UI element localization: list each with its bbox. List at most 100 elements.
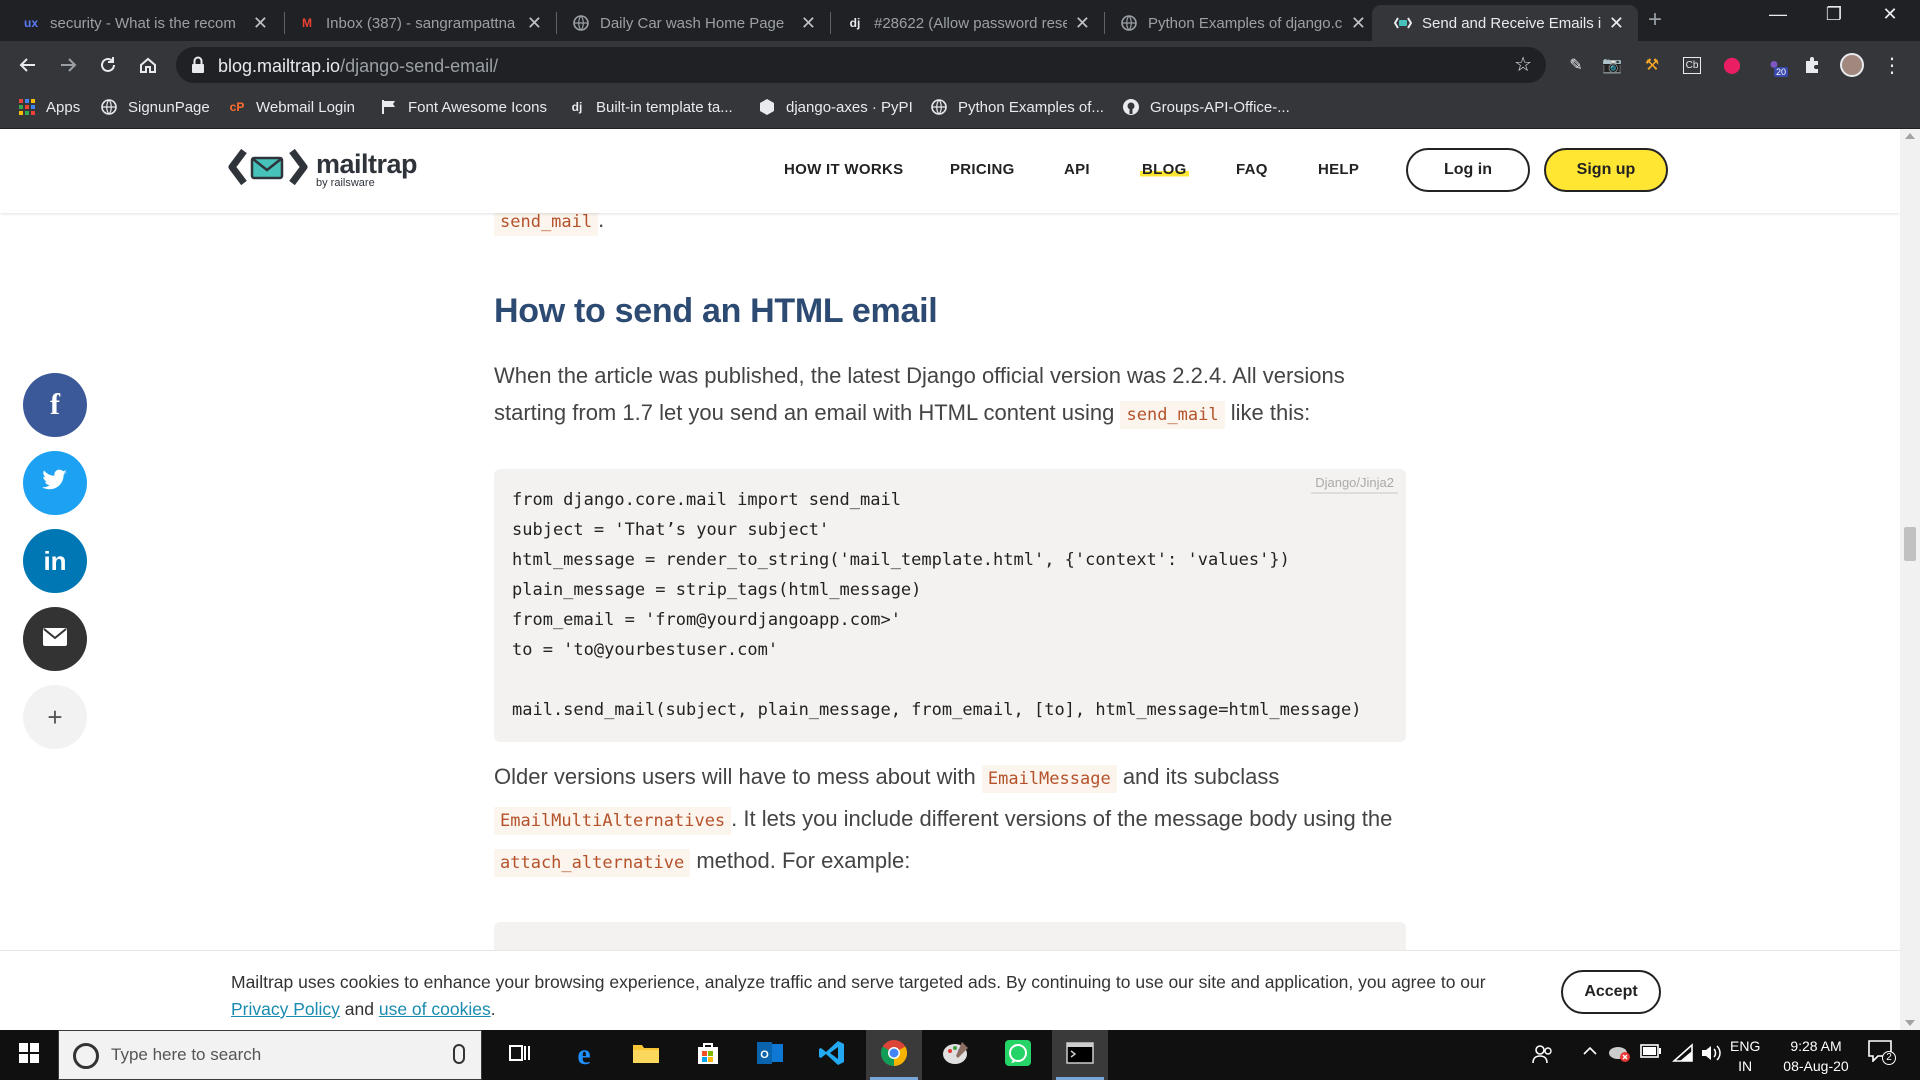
bookmark-webmail-login[interactable]: cP Webmail Login (228, 98, 355, 116)
taskbar-outlook[interactable]: O (742, 1030, 798, 1080)
signup-button[interactable]: Sign up (1544, 148, 1668, 192)
hammer-extension-icon[interactable]: ⚒ (1640, 53, 1664, 77)
code-lines[interactable]: from django.core.mail import send_mail su… (512, 485, 1362, 725)
close-tab-icon[interactable]: ✕ (801, 13, 816, 34)
back-icon[interactable] (14, 51, 42, 79)
nav-api[interactable]: API (1064, 161, 1090, 178)
system-clock[interactable]: 9:28 AM 08-Aug-20 (1768, 1036, 1864, 1076)
start-button[interactable] (0, 1030, 58, 1080)
cb-extension-icon[interactable]: Cb (1680, 53, 1704, 77)
tab-5-active[interactable]: Send and Receive Emails in D ✕ (1372, 5, 1638, 41)
nav-how-it-works[interactable]: HOW IT WORKS (784, 161, 903, 178)
action-center-button[interactable]: 2 (1868, 1040, 1896, 1068)
language-indicator[interactable]: ENG IN (1730, 1036, 1760, 1076)
store-bag-icon (695, 1040, 721, 1071)
notifier-extension-icon[interactable]: ● 20 (1762, 53, 1789, 77)
tab-4[interactable]: Python Examples of django.c ✕ (1098, 5, 1380, 41)
camera-extension-icon[interactable]: 📷 (1600, 53, 1624, 77)
tab-3[interactable]: dj #28622 (Allow password rese ✕ (824, 5, 1104, 41)
tab-title: Send and Receive Emails in D (1422, 14, 1601, 32)
privacy-policy-link[interactable]: Privacy Policy (231, 999, 340, 1019)
url-text[interactable]: blog.mailtrap.io/django-send-email/ (218, 56, 498, 77)
taskbar-file-explorer[interactable] (618, 1030, 674, 1080)
bookmark-python-examples[interactable]: Python Examples of... (930, 98, 1104, 116)
task-view-icon (509, 1043, 531, 1068)
restore-icon[interactable]: ❐ (1804, 4, 1864, 25)
tab-2[interactable]: Daily Car wash Home Page ✕ (550, 5, 830, 41)
paragraph-2: Older versions users will have to mess a… (494, 757, 1406, 883)
microphone-icon[interactable] (453, 1044, 465, 1064)
taskbar-edge[interactable]: e (556, 1030, 612, 1080)
page-scrollbar[interactable] (1900, 129, 1920, 1030)
nav-faq[interactable]: FAQ (1236, 161, 1268, 178)
minimize-icon[interactable]: — (1748, 4, 1808, 25)
address-bar[interactable]: blog.mailtrap.io/django-send-email/ ☆ (176, 47, 1546, 83)
bookmark-apps[interactable]: Apps (18, 98, 80, 116)
more-share-button[interactable]: + (23, 685, 87, 749)
volume-icon[interactable] (1700, 1043, 1722, 1068)
forward-icon[interactable] (54, 51, 82, 79)
terminal-icon (1066, 1041, 1094, 1069)
network-warning-icon[interactable] (1608, 1043, 1632, 1068)
new-tab-button[interactable]: + (1648, 6, 1662, 34)
close-tab-icon[interactable]: ✕ (253, 13, 268, 34)
scroll-down-arrow-icon[interactable] (1905, 1020, 1915, 1026)
nav-pricing[interactable]: PRICING (950, 161, 1015, 178)
taskbar-chrome[interactable] (866, 1030, 922, 1080)
linkedin-icon: in (43, 545, 67, 576)
battery-icon[interactable] (1640, 1043, 1662, 1063)
tab-0[interactable]: ux security - What is the recom ✕ (0, 5, 282, 41)
taskbar-whatsapp[interactable] (990, 1030, 1046, 1080)
close-tab-icon[interactable]: ✕ (1351, 13, 1366, 34)
bookmark-label: Webmail Login (256, 98, 355, 116)
wifi-icon[interactable] (1671, 1043, 1694, 1068)
login-button[interactable]: Log in (1406, 148, 1530, 192)
taskbar-vscode[interactable] (804, 1030, 860, 1080)
email-share-button[interactable] (23, 607, 87, 671)
accept-cookies-button[interactable]: Accept (1561, 970, 1661, 1014)
home-icon[interactable] (134, 51, 162, 79)
taskbar-search[interactable]: Type here to search (58, 1030, 482, 1080)
tray-overflow-chevron-icon[interactable] (1582, 1043, 1598, 1064)
bookmark-signunpage[interactable]: SignunPage (100, 98, 210, 116)
scrollbar-thumb[interactable] (1904, 527, 1916, 561)
mailtrap-logo[interactable]: mailtrap by railsware (228, 147, 418, 192)
chrome-icon (880, 1039, 908, 1072)
close-tab-icon[interactable]: ✕ (1075, 13, 1090, 34)
taskbar-store[interactable] (680, 1030, 736, 1080)
close-tab-icon[interactable]: ✕ (1609, 13, 1624, 34)
facebook-share-button[interactable]: f (23, 373, 87, 437)
menu-kebab-icon[interactable]: ⋮ (1880, 53, 1904, 77)
bookmarks-bar: Apps SignunPage cP Webmail Login Font Aw… (0, 89, 1920, 129)
nav-blog[interactable]: BLOG (1140, 161, 1189, 178)
lock-icon[interactable] (190, 55, 210, 75)
tab-title: security - What is the recom (50, 14, 236, 32)
cookie-text-part: and (339, 999, 379, 1019)
bookmark-star-icon[interactable]: ☆ (1514, 52, 1532, 77)
linkedin-share-button[interactable]: in (23, 529, 87, 593)
logo-wordmark: mailtrap (316, 148, 418, 179)
bookmark-groups-api[interactable]: Groups-API-Office-... (1122, 98, 1290, 116)
bookmark-font-awesome[interactable]: Font Awesome Icons (380, 98, 547, 116)
close-tab-icon[interactable]: ✕ (527, 13, 542, 34)
code-line: from django.core.mail import send_mail (512, 490, 901, 510)
scroll-up-arrow-icon[interactable] (1905, 133, 1915, 139)
color-picker-extension-icon[interactable]: ⬤ (1720, 53, 1744, 77)
profile-avatar[interactable] (1840, 53, 1864, 77)
people-icon[interactable] (1532, 1043, 1554, 1070)
task-view-button[interactable] (492, 1030, 548, 1080)
taskbar-paint[interactable] (928, 1030, 984, 1080)
email-icon (43, 625, 67, 653)
bookmark-django-axes[interactable]: django-axes · PyPI (758, 98, 913, 116)
taskbar-terminal[interactable] (1052, 1030, 1108, 1080)
twitter-share-button[interactable] (23, 451, 87, 515)
nav-help[interactable]: HELP (1318, 161, 1359, 178)
close-window-icon[interactable]: ✕ (1860, 4, 1920, 25)
puzzle-extensions-icon[interactable] (1800, 53, 1824, 77)
tab-1[interactable]: M Inbox (387) - sangrampattna ✕ (276, 5, 556, 41)
bookmark-builtin-template[interactable]: dj Built-in template ta... (568, 98, 733, 116)
use-of-cookies-link[interactable]: use of cookies (379, 999, 491, 1019)
reload-icon[interactable] (94, 51, 122, 79)
clock-date: 08-Aug-20 (1783, 1058, 1849, 1074)
pen-extension-icon[interactable]: ✎ (1564, 53, 1588, 77)
